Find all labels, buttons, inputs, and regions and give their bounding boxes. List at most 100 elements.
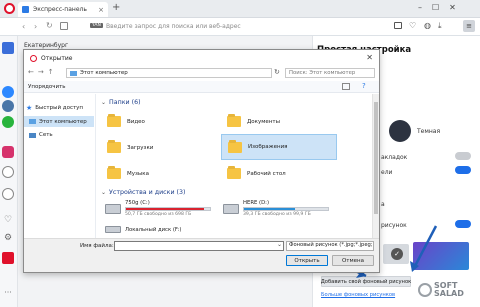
sidebar-vk-icon[interactable] [2, 100, 14, 112]
organize-menu[interactable]: Упорядочить [28, 84, 66, 90]
drive-usage-bar [125, 207, 211, 211]
dialog-refresh-icon[interactable]: ↻ [274, 68, 280, 76]
sidebar-home-icon[interactable] [2, 42, 14, 54]
address-input[interactable]: Введите запрос для поиска или веб-адрес [106, 23, 376, 30]
dialog-address-field[interactable]: Этот компьютер [66, 68, 272, 78]
video-folder-icon [107, 114, 121, 127]
toggle-switch-3[interactable] [455, 220, 471, 228]
sidebar-clock-icon[interactable] [2, 188, 14, 200]
filetype-select[interactable]: Фоновый рисунок (*.jpg;*.jpeg; [286, 241, 374, 251]
tab-title: Экспресс-панель [33, 6, 87, 13]
sidebar-settings-icon[interactable]: ⚙ [2, 232, 14, 244]
dialog-nav-buttons: ← → ↑ [28, 68, 54, 76]
toggle-switch-1[interactable] [455, 152, 471, 160]
sidebar-instagram-icon[interactable] [2, 146, 14, 158]
disk-drive-icon [105, 226, 121, 233]
heart-icon[interactable]: ♡ [409, 21, 416, 30]
devices-header-label: Устройства и диски (3) [109, 189, 186, 196]
toggle-switch-2[interactable] [455, 166, 471, 174]
download-icon[interactable]: ⤓ [438, 21, 442, 31]
nav-network[interactable]: Сеть [29, 132, 53, 138]
option-label-2: ели [381, 169, 393, 176]
cancel-button[interactable]: Отмена [332, 255, 374, 266]
dialog-up-icon[interactable]: ↑ [48, 68, 54, 76]
folder-item[interactable]: Видео [107, 114, 145, 127]
nav-quick-access[interactable]: ★ Быстрый доступ [26, 104, 83, 112]
drive-item[interactable]: HERE (D:) 39,3 ГБ свободно из 99,9 ГБ [223, 200, 329, 217]
view-options-icon[interactable] [342, 83, 350, 90]
computer-icon [29, 119, 36, 124]
scrollbar-thumb[interactable] [374, 102, 378, 214]
folder-item[interactable]: Документы [227, 114, 280, 127]
dialog-back-icon[interactable]: ← [28, 68, 34, 76]
dialog-search-input[interactable]: Поиск: Этот компьютер [285, 68, 375, 78]
theme-dark-label: Темная [417, 128, 441, 135]
nav-this-pc[interactable]: Этот компьютер [24, 116, 94, 127]
filetype-value: Фоновый рисунок (*.jpg;*.jpeg; [289, 242, 373, 248]
nav-quick-access-label: Быстрый доступ [35, 105, 84, 111]
forward-icon[interactable]: › [34, 22, 37, 31]
sidebar-whatsapp-icon[interactable] [2, 116, 14, 128]
folder-item[interactable]: Музыка [107, 166, 149, 179]
folder-item[interactable]: Рабочий стол [227, 166, 286, 179]
sidebar-more-icon[interactable]: ··· [2, 286, 14, 298]
more-wallpapers-link[interactable]: Больше фоновых рисунков [321, 292, 395, 298]
folder-item[interactable]: Загрузки [107, 140, 153, 153]
nav-this-pc-label: Этот компьютер [39, 118, 87, 125]
images-folder-icon [228, 139, 242, 153]
local-disk-item[interactable]: Локальный диск (F:) [105, 226, 181, 233]
drive-usage-fill [244, 208, 296, 210]
drive-free-space: 50,7 ГБ свободно из 698 ГБ [125, 212, 192, 217]
drive-name: 750g (C:) [125, 200, 150, 206]
tab-express-panel[interactable]: Экспресс-панель × [18, 2, 108, 17]
folder-item-selected[interactable]: Изображения [221, 134, 337, 160]
filename-label: Имя файла: [80, 243, 114, 249]
reload-icon[interactable]: ↻ [46, 21, 53, 30]
sidebar-gift-icon[interactable] [2, 252, 14, 264]
open-button[interactable]: Открыть [286, 255, 328, 266]
help-icon[interactable]: ? [362, 82, 366, 90]
sidebar-messenger-icon[interactable] [2, 86, 14, 98]
dialog-close-icon[interactable]: ✕ [366, 53, 373, 62]
dialog-title: Открытие [41, 55, 73, 62]
star-icon: ★ [26, 104, 33, 112]
theme-card-dark[interactable] [389, 120, 411, 142]
speed-dial-icon[interactable] [60, 22, 68, 30]
search-engine-badge[interactable]: YAN [90, 23, 103, 28]
drive-name: HERE (D:) [243, 200, 270, 206]
folders-header-label: Папки (6) [109, 99, 141, 106]
drive-usage-fill [126, 208, 205, 210]
filename-input[interactable] [114, 241, 284, 251]
drive-item[interactable]: 750g (C:) 50,7 ГБ свободно из 698 ГБ [105, 200, 211, 217]
nav-network-label: Сеть [39, 132, 53, 138]
filename-dropdown-icon[interactable]: ⌄ [277, 241, 282, 248]
folders-section-header[interactable]: ⌄ Папки (6) [101, 99, 141, 106]
wallpaper-check-icon: ✓ [391, 248, 403, 260]
sidebar-heart-icon[interactable]: ♡ [2, 214, 14, 226]
dialog-scrollbar[interactable] [372, 94, 379, 238]
add-wallpaper-button[interactable]: Добавить свой фоновый рисунок [321, 276, 411, 287]
chevron-down-icon: ⌄ [101, 99, 107, 106]
minimize-icon[interactable]: – [418, 3, 422, 12]
dialog-forward-icon[interactable]: → [38, 68, 44, 76]
snapshot-icon[interactable] [394, 22, 402, 29]
easy-setup-icon[interactable]: ≡ [463, 20, 475, 32]
new-tab-button[interactable]: + [112, 2, 120, 13]
wallpaper-thumb-whale[interactable] [413, 242, 469, 270]
dialog-navigation-pane: ★ Быстрый доступ Этот компьютер Сеть [24, 94, 96, 238]
computer-icon [70, 70, 77, 76]
softsalad-watermark: SOFT SALAD [418, 276, 476, 304]
desktop-folder-icon [227, 166, 241, 179]
opera-menu-icon[interactable] [4, 3, 15, 14]
documents-folder-icon [227, 114, 241, 127]
devices-section-header[interactable]: ⌄ Устройства и диски (3) [101, 189, 185, 196]
folder-name: Документы [247, 118, 280, 125]
back-icon[interactable]: ‹ [22, 22, 25, 31]
folder-name: Рабочий стол [247, 170, 286, 177]
maximize-icon[interactable]: ☐ [432, 3, 439, 12]
close-window-icon[interactable]: ✕ [449, 3, 456, 12]
user-icon[interactable]: ◍ [424, 21, 431, 30]
sidebar-history-icon[interactable] [2, 166, 14, 178]
tab-close-icon[interactable]: × [98, 6, 104, 14]
folder-name: Музыка [127, 170, 149, 177]
